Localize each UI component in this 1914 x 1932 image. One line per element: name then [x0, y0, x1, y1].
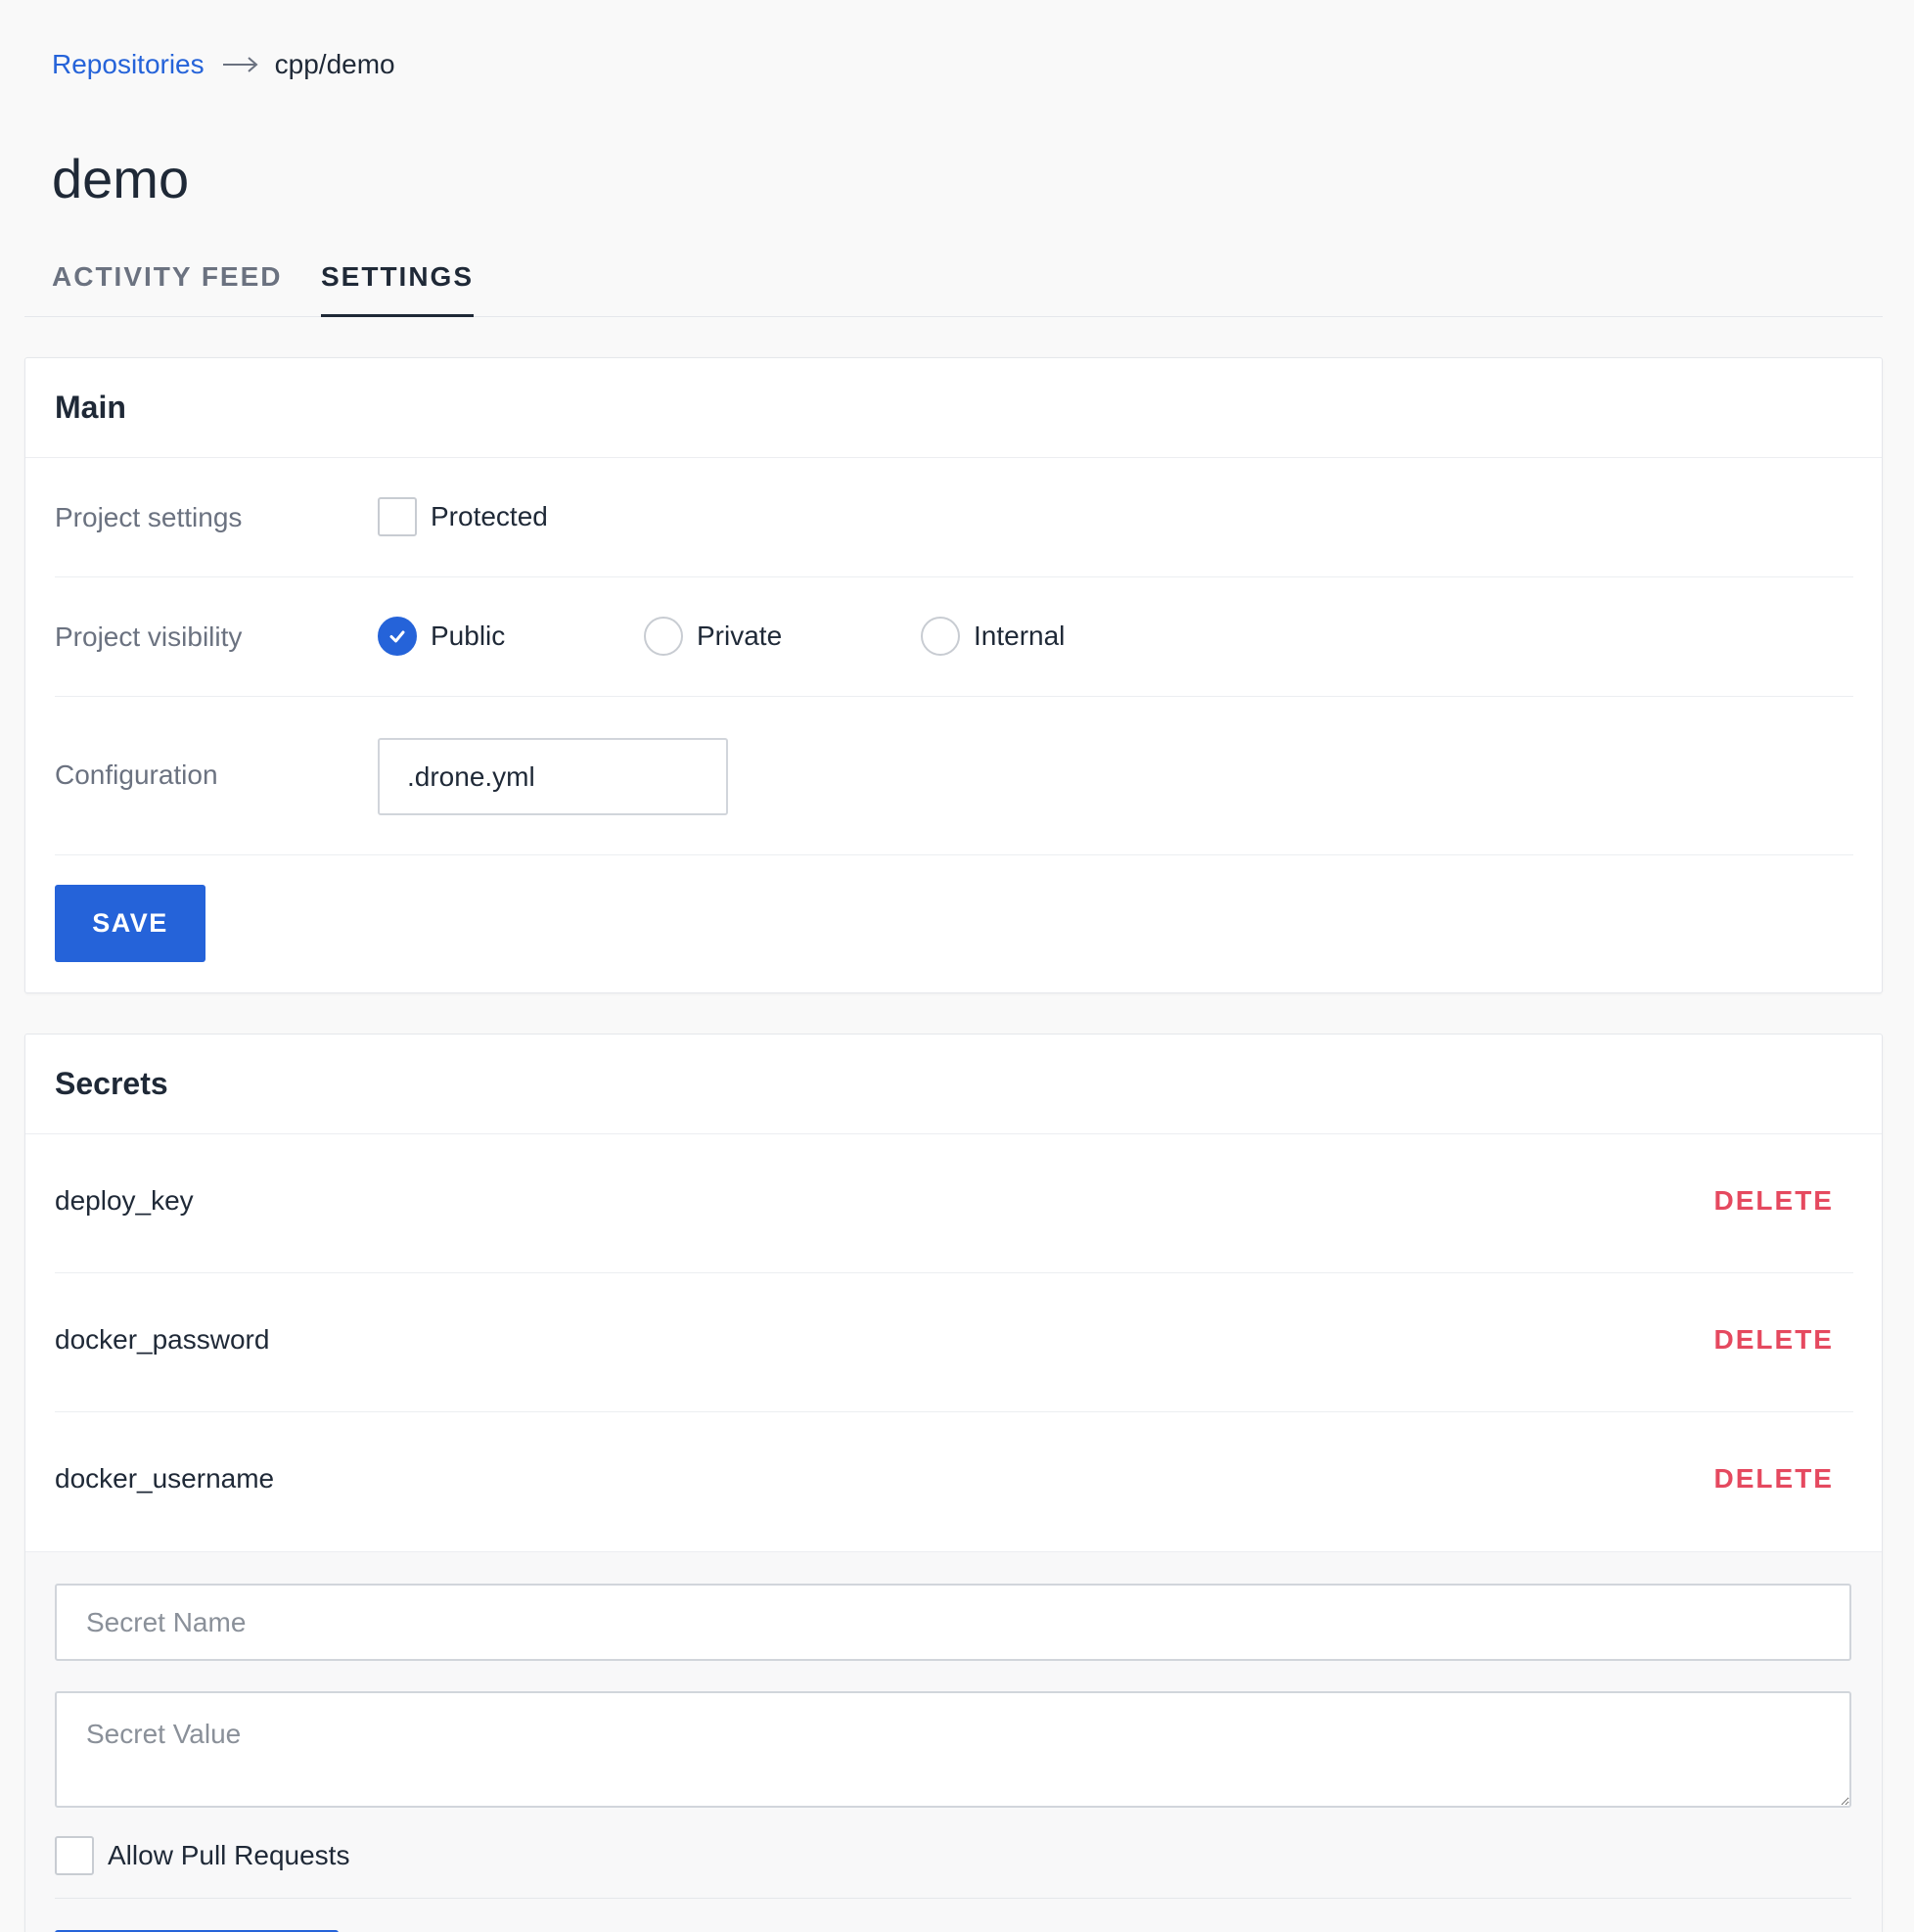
project-settings-label: Project settings: [55, 502, 243, 532]
allow-pull-requests-label: Allow Pull Requests: [108, 1840, 350, 1870]
protected-checkbox-control[interactable]: Protected: [378, 497, 548, 536]
visibility-private-label: Private: [697, 621, 783, 651]
secret-value-textarea[interactable]: [55, 1691, 1851, 1808]
main-card-heading: Main: [25, 358, 1882, 458]
arrow-right-icon: [222, 55, 259, 74]
tab-settings[interactable]: SETTINGS: [321, 253, 475, 317]
secret-name-input[interactable]: [55, 1584, 1851, 1661]
radio-internal[interactable]: [921, 617, 960, 656]
breadcrumb-current: cpp/demo: [274, 49, 395, 79]
project-visibility-row: Project visibility Public Private Intern…: [55, 577, 1853, 697]
visibility-option-public[interactable]: Public: [378, 617, 505, 656]
form-divider: [55, 1898, 1851, 1899]
visibility-option-internal[interactable]: Internal: [921, 617, 1065, 656]
secret-row: docker_password DELETE: [55, 1273, 1853, 1412]
delete-secret-button[interactable]: DELETE: [1714, 1324, 1834, 1356]
secrets-card: Secrets deploy_key DELETE docker_passwor…: [24, 1034, 1883, 1932]
breadcrumb-link-repositories[interactable]: Repositories: [52, 49, 205, 80]
delete-secret-button[interactable]: DELETE: [1714, 1185, 1834, 1217]
secret-name: docker_username: [55, 1463, 275, 1494]
project-settings-row: Project settings Protected: [55, 458, 1853, 577]
visibility-internal-label: Internal: [974, 621, 1066, 651]
allow-pull-requests-control[interactable]: Allow Pull Requests: [55, 1836, 349, 1875]
protected-label: Protected: [431, 501, 548, 531]
secret-row: docker_username DELETE: [55, 1412, 1853, 1551]
visibility-public-label: Public: [431, 621, 506, 651]
configuration-label: Configuration: [55, 759, 218, 790]
tab-bar: ACTIVITY FEED SETTINGS: [24, 253, 1883, 317]
save-button[interactable]: SAVE: [55, 885, 205, 962]
add-secret-form: Allow Pull Requests: [25, 1551, 1882, 1932]
protected-checkbox[interactable]: [378, 497, 417, 536]
project-visibility-label: Project visibility: [55, 621, 243, 652]
check-icon: [389, 630, 405, 643]
secret-name: deploy_key: [55, 1185, 194, 1216]
configuration-input[interactable]: [378, 738, 728, 815]
secret-name: docker_password: [55, 1324, 270, 1355]
radio-public[interactable]: [378, 617, 417, 656]
visibility-option-private[interactable]: Private: [644, 617, 782, 656]
radio-private[interactable]: [644, 617, 683, 656]
page-title: demo: [52, 148, 190, 209]
allow-pull-requests-checkbox[interactable]: [55, 1836, 94, 1875]
secret-row: deploy_key DELETE: [55, 1134, 1853, 1273]
configuration-row: Configuration: [55, 697, 1853, 855]
secrets-card-heading: Secrets: [25, 1035, 1882, 1134]
breadcrumb: Repositories cpp/demo: [52, 49, 395, 80]
delete-secret-button[interactable]: DELETE: [1714, 1463, 1834, 1495]
tab-activity-feed[interactable]: ACTIVITY FEED: [52, 253, 283, 317]
main-settings-card: Main Project settings Protected Project …: [24, 357, 1883, 993]
